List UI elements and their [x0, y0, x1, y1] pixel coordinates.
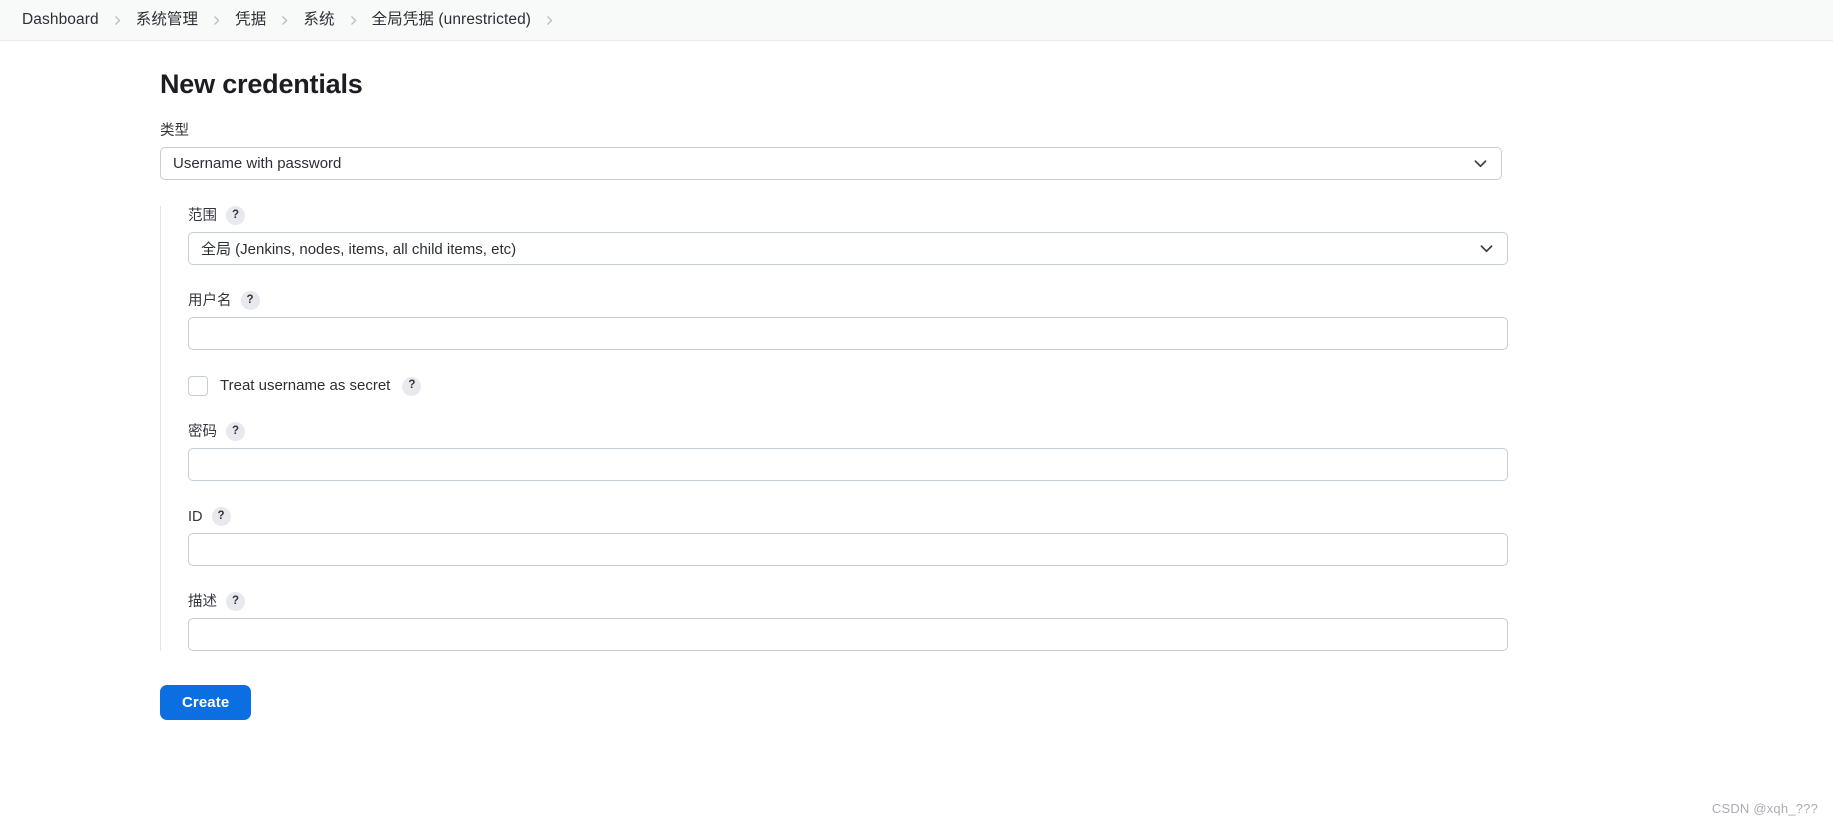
label-text-scope: 范围 [188, 207, 217, 224]
field-label-id: ID ? [188, 507, 1833, 526]
label-text-username: 用户名 [188, 292, 232, 309]
field-label-scope: 范围 ? [188, 206, 1833, 225]
field-label-type: 类型 [160, 122, 1833, 140]
field-id: ID ? [188, 507, 1833, 566]
field-type: 类型 Username with password [160, 122, 1833, 180]
breadcrumb-item-system[interactable]: 系统 [293, 8, 344, 32]
help-icon[interactable]: ? [226, 592, 245, 611]
help-icon[interactable]: ? [240, 291, 260, 310]
label-text-description: 描述 [188, 593, 217, 610]
breadcrumb-item-dashboard[interactable]: Dashboard [12, 8, 109, 32]
password-input[interactable] [188, 448, 1508, 481]
field-password: 密码 ? [188, 422, 1833, 481]
breadcrumb: Dashboard 系统管理 凭据 系统 全局凭据 (unrestricted) [0, 0, 1833, 41]
watermark: CSDN @xqh_??? [1711, 801, 1818, 816]
id-input[interactable] [188, 533, 1508, 566]
chevron-down-icon [1470, 240, 1495, 257]
treat-username-as-secret-label: Treat username as secret [220, 377, 391, 394]
chevron-right-icon [541, 14, 558, 27]
scope-select[interactable]: 全局 (Jenkins, nodes, items, all child ite… [188, 232, 1508, 265]
main-content: New credentials 类型 Username with passwor… [0, 41, 1833, 720]
label-text-id: ID [188, 508, 203, 525]
help-icon[interactable]: ? [402, 376, 422, 396]
chevron-down-icon [1464, 155, 1489, 172]
chevron-right-icon [208, 14, 225, 27]
treat-username-as-secret-checkbox[interactable] [188, 376, 208, 396]
page-title: New credentials [160, 69, 363, 99]
field-label-password: 密码 ? [188, 422, 1833, 441]
jenkins-new-credentials-page: Dashboard 系统管理 凭据 系统 全局凭据 (unrestricted)… [0, 0, 1833, 826]
help-icon[interactable]: ? [226, 206, 245, 225]
credentials-form: 类型 Username with password 范围 ? 全局 (Jenki… [0, 122, 1833, 720]
label-text-type: 类型 [160, 123, 189, 139]
label-text-password: 密码 [188, 423, 217, 440]
help-icon[interactable]: ? [226, 422, 245, 441]
scope-select-value: 全局 (Jenkins, nodes, items, all child ite… [201, 241, 517, 258]
field-scope: 范围 ? 全局 (Jenkins, nodes, items, all chil… [188, 206, 1833, 265]
chevron-right-icon [109, 14, 126, 27]
treat-username-as-secret-row[interactable]: Treat username as secret ? [188, 376, 1833, 396]
chevron-right-icon [276, 14, 293, 27]
field-label-description: 描述 ? [188, 592, 1833, 611]
type-select[interactable]: Username with password [160, 147, 1502, 180]
type-select-value: Username with password [173, 155, 342, 172]
create-button[interactable]: Create [160, 685, 252, 720]
username-input[interactable] [188, 317, 1508, 350]
field-username: 用户名 ? [188, 291, 1833, 350]
breadcrumb-item-credentials[interactable]: 凭据 [225, 8, 276, 32]
field-label-username: 用户名 ? [188, 291, 1833, 310]
chevron-right-icon [345, 14, 362, 27]
breadcrumb-item-global-credentials[interactable]: 全局凭据 (unrestricted) [362, 8, 542, 32]
help-icon[interactable]: ? [211, 507, 231, 526]
breadcrumb-item-manage-jenkins[interactable]: 系统管理 [126, 8, 208, 32]
field-description: 描述 ? [188, 592, 1833, 651]
description-input[interactable] [188, 618, 1508, 651]
credentials-detail-section: 范围 ? 全局 (Jenkins, nodes, items, all chil… [160, 206, 1833, 651]
form-actions: Create [160, 651, 1833, 720]
